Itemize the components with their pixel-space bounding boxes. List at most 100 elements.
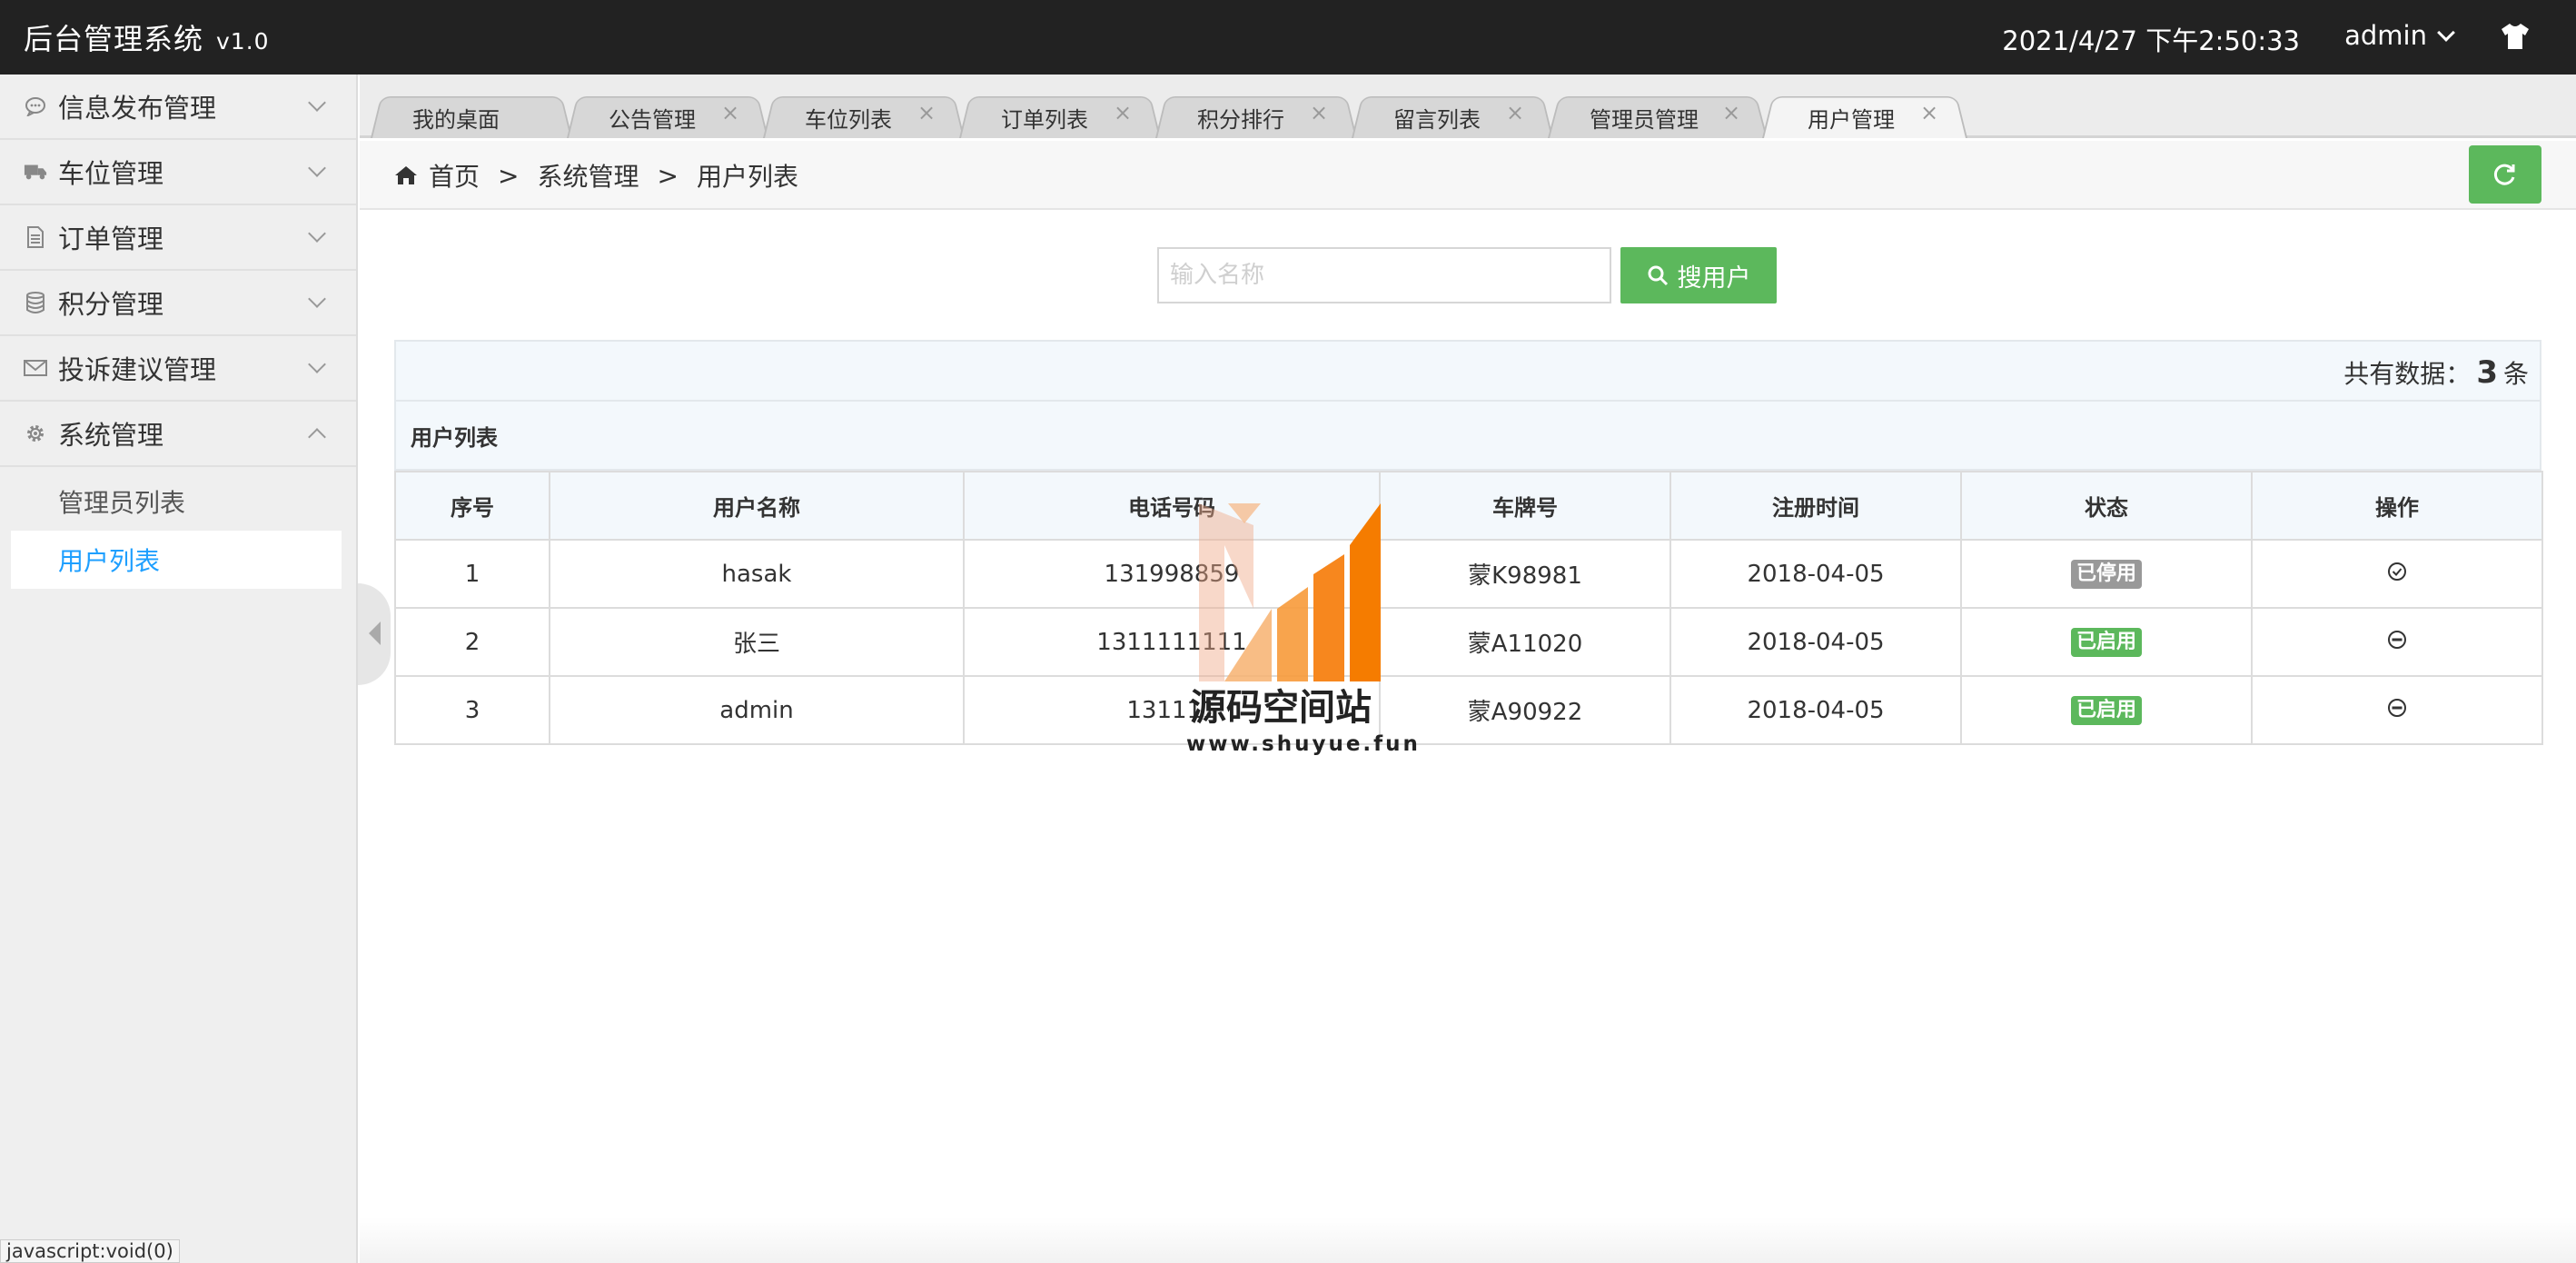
- message-icon: [24, 94, 47, 118]
- search-input[interactable]: [1157, 247, 1611, 303]
- close-icon[interactable]: ×: [1310, 100, 1328, 125]
- breadcrumb-level2: 用户列表: [696, 162, 798, 192]
- close-icon[interactable]: ×: [1722, 100, 1740, 125]
- user-name: admin: [2344, 20, 2427, 51]
- cell-action: [2251, 675, 2543, 745]
- cell-action: [2251, 607, 2543, 677]
- cell-id: 3: [394, 675, 550, 745]
- home-icon: [395, 166, 417, 184]
- tab-announcements[interactable]: 公告管理: [609, 102, 696, 134]
- count-bar: 共有数据： 3 条: [394, 340, 2541, 402]
- table-title: 用户列表: [394, 402, 2541, 471]
- breadcrumb: 首页 > 系统管理 > 用户列表: [394, 157, 798, 194]
- minus-circle-icon[interactable]: [2387, 630, 2407, 650]
- sidebar-item-label: 投诉建议管理: [58, 354, 217, 385]
- sidebar-item-info-publish[interactable]: 信息发布管理: [0, 75, 356, 140]
- chevron-down-icon: [308, 355, 326, 373]
- sidebar-item-label: 系统管理: [58, 420, 164, 451]
- refresh-button[interactable]: [2469, 145, 2541, 204]
- cell-status: 已停用: [1960, 539, 2253, 609]
- user-table-panel: 用户列表 序号 用户名称 电话号码 车牌号 注册时间 状态 操作 1 hasak…: [394, 402, 2543, 745]
- header-datetime: 2021/4/27 下午2:50:33: [2002, 25, 2300, 56]
- cell-plate: 蒙A11020: [1379, 607, 1671, 677]
- cell-action: [2251, 539, 2543, 609]
- close-icon[interactable]: ×: [721, 100, 739, 125]
- breadcrumb-home[interactable]: 首页: [429, 157, 480, 194]
- breadcrumb-separator: >: [498, 160, 520, 191]
- sidebar-item-complaints[interactable]: 投诉建议管理: [0, 336, 356, 402]
- table-row: 3 admin 131111 蒙A90922 2018-04-05 已启用: [394, 675, 2543, 745]
- count-value: 3: [2476, 354, 2498, 391]
- cell-id: 1: [394, 539, 550, 609]
- cell-name: hasak: [549, 539, 965, 609]
- status-badge: 已启用: [2070, 696, 2142, 725]
- truck-icon: [24, 160, 47, 184]
- record-count: 共有数据： 3 条: [2343, 354, 2529, 391]
- close-icon[interactable]: ×: [1506, 100, 1524, 125]
- document-icon: [24, 225, 47, 249]
- tab-user-manage[interactable]: 用户管理: [1808, 102, 1895, 134]
- sidebar-collapse-handle[interactable]: [358, 583, 391, 685]
- search-button-label: 搜用户: [1677, 264, 1751, 293]
- cell-plate: 蒙K98981: [1379, 539, 1671, 609]
- count-prefix: 共有数据：: [2343, 359, 2472, 389]
- sidebar-subitem-user-list[interactable]: 用户列表: [11, 531, 342, 589]
- cell-date: 2018-04-05: [1669, 675, 1962, 745]
- database-icon: [24, 291, 47, 314]
- tab-admin-manage[interactable]: 管理员管理: [1590, 102, 1699, 134]
- column-header: 车牌号: [1379, 471, 1671, 541]
- status-badge: 已启用: [2070, 628, 2142, 657]
- chevron-down-icon: [2437, 24, 2455, 42]
- watermark-title: 源码空间站: [1190, 687, 1372, 729]
- chevron-down-icon: [308, 224, 326, 243]
- tab-parking-list[interactable]: 车位列表: [805, 102, 892, 134]
- sidebar-item-system[interactable]: 系统管理: [0, 402, 356, 467]
- cell-status: 已启用: [1960, 607, 2253, 677]
- column-header: 注册时间: [1669, 471, 1962, 541]
- cell-name: admin: [549, 675, 965, 745]
- column-header: 状态: [1960, 471, 2253, 541]
- table-row: 1 hasak 131998859 蒙K98981 2018-04-05 已停用: [394, 539, 2543, 609]
- user-table: 序号 用户名称 电话号码 车牌号 注册时间 状态 操作 1 hasak 1319…: [394, 471, 2543, 745]
- bottom-shadow: [360, 1218, 2576, 1263]
- check-circle-icon[interactable]: [2387, 562, 2407, 582]
- column-header: 用户名称: [549, 471, 965, 541]
- tab-points-ranking[interactable]: 积分排行: [1197, 102, 1284, 134]
- close-icon[interactable]: ×: [1920, 100, 1938, 125]
- sidebar-item-label: 订单管理: [58, 224, 164, 254]
- tab-messages[interactable]: 留言列表: [1393, 102, 1481, 134]
- app-logo[interactable]: 后台管理系统 v1.0: [24, 16, 270, 58]
- chevron-down-icon: [308, 290, 326, 308]
- tab-bar: 我的桌面 公告管理 × 车位列表 × 订单列表 × 积分排行 × 留言列表 × …: [360, 75, 2576, 138]
- top-header: 后台管理系统 v1.0 2021/4/27 下午2:50:33 admin: [0, 0, 2576, 75]
- status-badge: 已停用: [2070, 560, 2142, 589]
- shirt-icon[interactable]: [2500, 22, 2531, 51]
- chevron-down-icon: [308, 94, 326, 112]
- cell-plate: 蒙A90922: [1379, 675, 1671, 745]
- app-version: v1.0: [216, 28, 270, 55]
- count-suffix: 条: [2502, 359, 2529, 389]
- tab-order-list[interactable]: 订单列表: [1001, 102, 1088, 134]
- sidebar-item-parking[interactable]: 车位管理: [0, 140, 356, 205]
- minus-circle-icon[interactable]: [2387, 698, 2407, 718]
- gear-icon: [24, 422, 47, 445]
- chevron-up-icon: [308, 428, 326, 446]
- tab-desktop[interactable]: 我的桌面: [412, 102, 500, 134]
- breadcrumb-level1[interactable]: 系统管理: [537, 157, 639, 194]
- cell-status: 已启用: [1960, 675, 2253, 745]
- sidebar-subitem-admin-list[interactable]: 管理员列表: [0, 472, 356, 531]
- close-icon[interactable]: ×: [917, 100, 936, 125]
- table-header-row: 序号 用户名称 电话号码 车牌号 注册时间 状态 操作: [394, 471, 2543, 541]
- watermark-url: www.shuyue.fun: [1186, 732, 1421, 756]
- column-header: 操作: [2251, 471, 2543, 541]
- sidebar-item-orders[interactable]: 订单管理: [0, 205, 356, 271]
- user-menu[interactable]: admin: [2344, 20, 2455, 51]
- sidebar-item-points[interactable]: 积分管理: [0, 271, 356, 336]
- table-row: 2 张三 1311111111 蒙A11020 2018-04-05 已启用: [394, 607, 2543, 677]
- breadcrumb-bar: 首页 > 系统管理 > 用户列表: [360, 141, 2576, 210]
- search-button[interactable]: 搜用户: [1620, 247, 1777, 303]
- sidebar-item-label: 信息发布管理: [58, 93, 217, 124]
- cell-date: 2018-04-05: [1669, 539, 1962, 609]
- refresh-icon: [2493, 164, 2515, 185]
- close-icon[interactable]: ×: [1114, 100, 1132, 125]
